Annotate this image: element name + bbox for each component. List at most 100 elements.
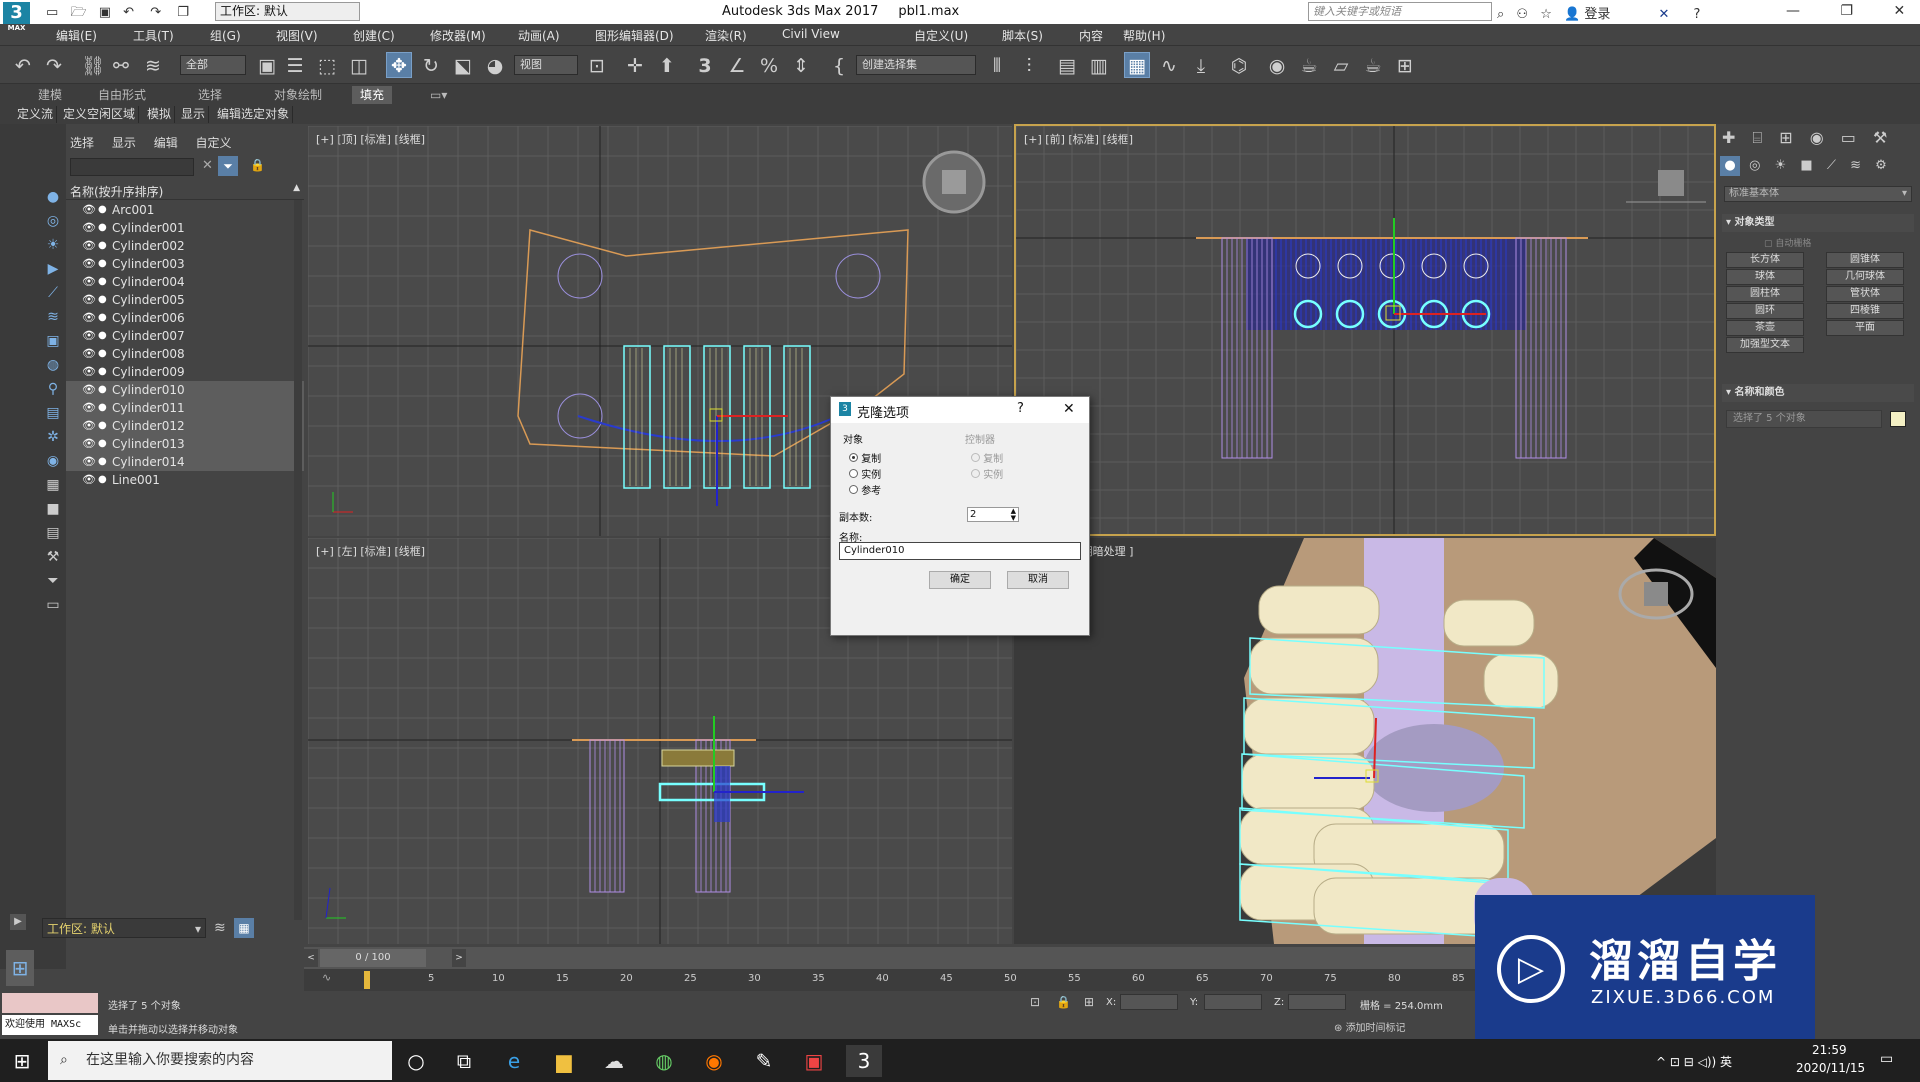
menu-item-10[interactable]: 自定义(U) [914, 27, 968, 44]
ribbon-display[interactable]: 显示 [178, 106, 210, 123]
mirror-icon[interactable]: ⫴ [984, 52, 1010, 78]
ctrl-radio-copy[interactable]: 复制 [971, 450, 1003, 465]
visibility-icon[interactable]: 👁 [82, 201, 96, 219]
primitive-button[interactable]: 四棱锥 [1826, 303, 1904, 319]
layer-explorer-icon[interactable]: ▤ [1054, 52, 1080, 78]
binoculars-icon[interactable]: ⌕ [1497, 7, 1504, 22]
explorer-menu-edit[interactable]: 编辑 [154, 136, 178, 150]
help-icon[interactable]: ? [1694, 7, 1701, 22]
visibility-icon[interactable]: 👁 [82, 453, 96, 471]
info-filter-icon[interactable]: ▤ [43, 523, 63, 543]
user-icon[interactable]: 👤 [1564, 7, 1580, 22]
hierarchy-tab-icon[interactable]: ⊞ [1779, 128, 1792, 147]
unlink-icon[interactable]: ⚯ [108, 52, 134, 78]
render-online-icon[interactable]: ⊞ [1392, 52, 1418, 78]
radio-reference[interactable]: 参考 [849, 482, 881, 497]
primitive-button[interactable]: 圆环 [1726, 303, 1804, 319]
scene-list-item[interactable]: 👁 ● Arc001 [66, 201, 304, 219]
snap-toggle-icon[interactable]: 3 [692, 52, 718, 78]
cameras-icon[interactable]: ■ [1800, 158, 1812, 173]
render-setup-icon[interactable]: ☕ [1296, 52, 1322, 78]
new-file-icon[interactable]: ▭ [46, 5, 58, 20]
autogrid-checkbox[interactable]: ▢ 自动栅格 [1764, 236, 1811, 249]
render-icon[interactable]: ● [98, 453, 107, 471]
primitive-button[interactable]: 长方体 [1726, 252, 1804, 268]
start-icon[interactable]: ⊞ [4, 1045, 40, 1077]
object-color-swatch[interactable] [1890, 411, 1906, 427]
app-icon-3[interactable]: ✎ [746, 1045, 782, 1077]
primitive-button[interactable]: 平面 [1826, 320, 1904, 336]
primitive-button[interactable]: 管状体 [1826, 286, 1904, 302]
visibility-icon[interactable]: 👁 [82, 309, 96, 327]
rect-selection-icon[interactable]: ⬚ [314, 52, 340, 78]
layer-filter-icon[interactable]: ■ [43, 499, 63, 519]
visibility-icon[interactable]: 👁 [82, 255, 96, 273]
object-name-field[interactable]: 选择了 5 个对象 [1726, 410, 1882, 428]
curve-icon[interactable]: ∿ [322, 971, 331, 984]
explorer-icon[interactable]: ▆ [546, 1045, 582, 1077]
scene-list-item[interactable]: 👁 ● Cylinder002 [66, 237, 304, 255]
explorer-menu-select[interactable]: 选择 [70, 136, 94, 150]
visibility-icon[interactable]: 👁 [82, 363, 96, 381]
display-tab-icon[interactable]: ▭ [1841, 128, 1856, 147]
ribbon-tab-populate[interactable]: 填充 [352, 86, 393, 104]
menu-item-6[interactable]: 动画(A) [518, 27, 560, 44]
menu-item-7[interactable]: 图形编辑器(D) [595, 27, 674, 44]
star-icon[interactable]: ☆ [1540, 7, 1552, 22]
pivot-center-icon[interactable]: ⊡ [584, 52, 610, 78]
undo-icon[interactable]: ↶ [123, 5, 134, 20]
render-icon[interactable]: ● [98, 219, 107, 237]
menu-item-9[interactable]: Civil View [782, 27, 840, 41]
render-icon[interactable]: ● [98, 399, 107, 417]
ribbon-simulate[interactable]: 模拟 [144, 106, 176, 123]
cancel-button[interactable]: 取消 [1007, 571, 1069, 589]
menu-item-12[interactable]: 内容 [1079, 27, 1103, 44]
ribbon-tab-modeling[interactable]: 建模 [38, 86, 62, 104]
scene-list-item[interactable]: 👁 ● Cylinder003 [66, 255, 304, 273]
scene-list-item[interactable]: 👁 ● Cylinder009 [66, 363, 304, 381]
render-icon[interactable]: ● [98, 345, 107, 363]
primitive-button[interactable]: 圆锥体 [1826, 252, 1904, 268]
xrefs-filter-icon[interactable]: ◍ [43, 355, 63, 375]
explorer-workspace-select[interactable]: 工作区: 默认 ▾ [42, 918, 206, 938]
visible-filter-icon[interactable]: ◉ [43, 451, 63, 471]
render-icon[interactable]: ● [98, 201, 107, 219]
app-icon-1[interactable]: ☁ [596, 1045, 632, 1077]
scene-explorer-icon[interactable]: ▦ [1124, 52, 1150, 78]
funnel-filter-icon[interactable]: ⏷ [43, 571, 63, 591]
app-icon-4[interactable]: ▣ [796, 1045, 832, 1077]
placement-icon[interactable]: ◕ [482, 52, 508, 78]
keyboard-shortcut-icon[interactable]: ⬆ [654, 52, 680, 78]
groups-filter-icon[interactable]: ▣ [43, 331, 63, 351]
select-manipulate-icon[interactable]: ✛ [622, 52, 648, 78]
bones-filter-icon[interactable]: ⚲ [43, 379, 63, 399]
save-file-icon[interactable]: ▣ [99, 5, 111, 20]
toggle-ribbon-icon[interactable]: ▥ [1086, 52, 1112, 78]
render-icon[interactable]: ● [98, 471, 107, 489]
list-filter-icon[interactable]: ▦ [43, 475, 63, 495]
isolate-icon[interactable]: ⊡ [1030, 995, 1040, 1009]
render-icon[interactable]: ● [98, 309, 107, 327]
percent-snap-icon[interactable]: % [756, 52, 782, 78]
menu-item-13[interactable]: 帮助(H) [1123, 27, 1165, 44]
ribbon-tab-object-paint[interactable]: 对象绘制 [274, 86, 322, 104]
column-sort-header[interactable]: 名称(按升序排序) ▲ [66, 182, 304, 200]
viewport-layout-icon[interactable]: ⊞ [6, 950, 34, 986]
abs-mode-icon[interactable]: ⊞ [1084, 995, 1094, 1009]
visibility-icon[interactable]: 👁 [82, 291, 96, 309]
explorer-menu-display[interactable]: 显示 [112, 136, 136, 150]
menu-item-2[interactable]: 组(G) [210, 27, 241, 44]
folder-filter-icon[interactable]: ▭ [43, 595, 63, 615]
motion-tab-icon[interactable]: ◉ [1810, 128, 1824, 147]
menu-item-3[interactable]: 视图(V) [276, 27, 318, 44]
undo-icon[interactable]: ↶ [10, 52, 36, 78]
menu-item-0[interactable]: 编辑(E) [56, 27, 97, 44]
scene-list-item[interactable]: 👁 ● Cylinder008 [66, 345, 304, 363]
render-icon[interactable]: ● [98, 381, 107, 399]
primitive-button[interactable]: 加强型文本 [1726, 337, 1804, 353]
search-input[interactable]: 键入关键字或短语 [1308, 2, 1492, 21]
curve-editor-icon[interactable]: ∿ [1156, 52, 1182, 78]
systems-icon[interactable]: ⚙ [1875, 158, 1887, 173]
geometry-icon[interactable]: ● [1720, 156, 1740, 176]
window-crossing-icon[interactable]: ◫ [346, 52, 372, 78]
